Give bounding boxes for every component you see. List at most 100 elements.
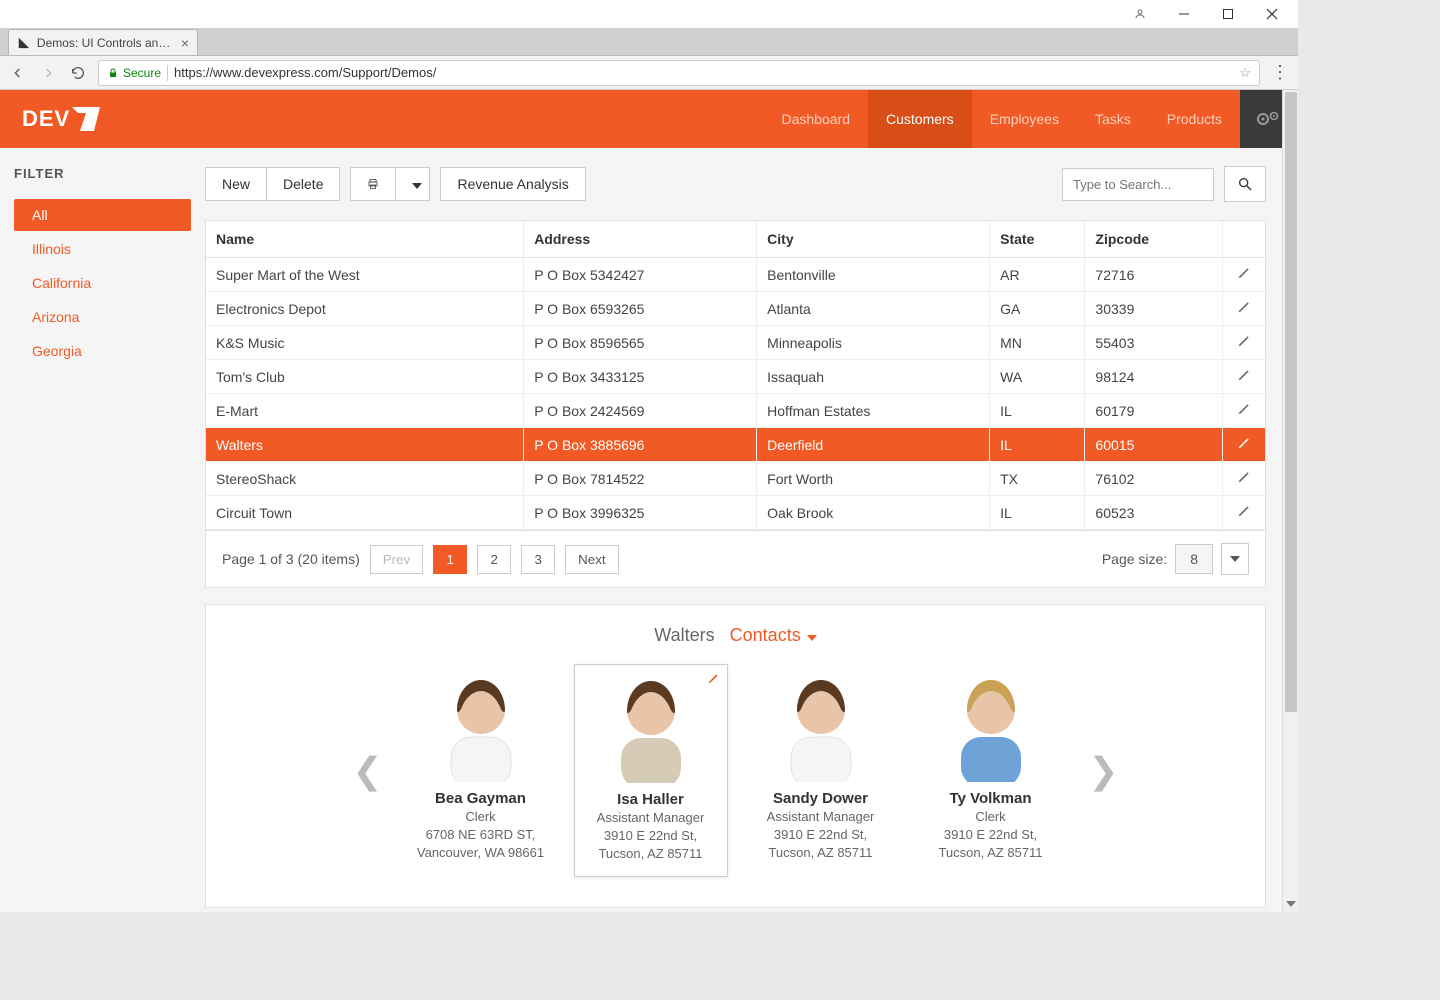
cell-city: Minneapolis (757, 326, 990, 360)
vertical-scrollbar[interactable] (1282, 90, 1298, 912)
cell-zip: 76102 (1085, 462, 1223, 496)
tab-close-icon[interactable]: × (181, 36, 189, 50)
search-button[interactable] (1224, 166, 1266, 202)
col-city[interactable]: City (757, 221, 990, 258)
pager-next[interactable]: Next (565, 545, 618, 574)
browser-menu-icon[interactable]: ⋮ (1270, 63, 1290, 83)
revenue-analysis-button[interactable]: Revenue Analysis (441, 168, 584, 200)
grid-pager: Page 1 of 3 (20 items) Prev 1 2 3 Next P… (205, 531, 1266, 588)
bookmark-icon[interactable]: ☆ (1239, 65, 1251, 81)
cell-name: Electronics Depot (206, 292, 524, 326)
print-dropdown[interactable] (395, 168, 429, 200)
browser-tab[interactable]: Demos: UI Controls and F × (8, 29, 198, 55)
app-header: DEV Dashboard Customers Employees Tasks … (0, 90, 1298, 148)
cell-name: Walters (206, 428, 524, 462)
pager-page-2[interactable]: 2 (477, 545, 511, 574)
nav-products[interactable]: Products (1149, 90, 1240, 148)
row-edit-button[interactable] (1223, 360, 1265, 394)
close-button[interactable] (1250, 0, 1294, 28)
back-button[interactable] (8, 63, 28, 83)
row-edit-button[interactable] (1223, 258, 1265, 292)
table-row[interactable]: Circuit TownP O Box 3996325Oak BrookIL60… (206, 496, 1265, 530)
cell-state: IL (990, 428, 1085, 462)
tab-title: Demos: UI Controls and F (37, 36, 175, 50)
contact-role: Assistant Manager (583, 810, 719, 825)
table-row[interactable]: StereoShackP O Box 7814522Fort WorthTX76… (206, 462, 1265, 496)
address-bar[interactable]: Secure https://www.devexpress.com/Suppor… (98, 60, 1260, 86)
cell-address: P O Box 3433125 (524, 360, 757, 394)
page-size-dropdown[interactable] (1221, 543, 1249, 575)
search-input[interactable] (1062, 168, 1214, 201)
filter-all[interactable]: All (14, 199, 191, 231)
row-edit-button[interactable] (1223, 326, 1265, 360)
card-edit-icon[interactable] (707, 671, 721, 688)
reload-button[interactable] (68, 63, 88, 83)
contact-name: Sandy Dower (752, 790, 890, 807)
cell-zip: 30339 (1085, 292, 1223, 326)
nav-tasks[interactable]: Tasks (1077, 90, 1149, 148)
filter-california[interactable]: California (14, 267, 191, 299)
table-row[interactable]: Super Mart of the WestP O Box 5342427Ben… (206, 258, 1265, 292)
contact-address: 3910 E 22nd St,Tucson, AZ 85711 (752, 826, 890, 861)
cell-name: K&S Music (206, 326, 524, 360)
scroll-down-icon[interactable] (1286, 894, 1296, 910)
col-name[interactable]: Name (206, 221, 524, 258)
contact-card[interactable]: Bea GaymanClerk6708 NE 63RD ST,Vancouver… (404, 664, 558, 877)
table-row[interactable]: K&S MusicP O Box 8596565MinneapolisMN554… (206, 326, 1265, 360)
page-size-label: Page size: (1102, 551, 1167, 567)
col-address[interactable]: Address (524, 221, 757, 258)
cell-zip: 60179 (1085, 394, 1223, 428)
maximize-button[interactable] (1206, 0, 1250, 28)
delete-button[interactable]: Delete (266, 168, 339, 200)
filter-sidebar: FILTER All Illinois California Arizona G… (0, 148, 205, 912)
contact-card[interactable]: Ty VolkmanClerk3910 E 22nd St,Tucson, AZ… (914, 664, 1068, 877)
caret-down-icon (807, 635, 817, 641)
table-row[interactable]: E-MartP O Box 2424569Hoffman EstatesIL60… (206, 394, 1265, 428)
secure-badge: Secure (107, 66, 161, 80)
app-logo[interactable]: DEV (22, 106, 102, 132)
col-state[interactable]: State (990, 221, 1085, 258)
cell-address: P O Box 5342427 (524, 258, 757, 292)
row-edit-button[interactable] (1223, 428, 1265, 462)
col-zip[interactable]: Zipcode (1085, 221, 1223, 258)
account-icon[interactable] (1118, 0, 1162, 28)
contact-role: Clerk (922, 809, 1060, 824)
cell-name: E-Mart (206, 394, 524, 428)
nav-employees[interactable]: Employees (972, 90, 1077, 148)
new-button[interactable]: New (206, 168, 266, 200)
contact-role: Assistant Manager (752, 809, 890, 824)
pager-prev[interactable]: Prev (370, 545, 423, 574)
filter-illinois[interactable]: Illinois (14, 233, 191, 265)
scroll-thumb[interactable] (1285, 92, 1297, 712)
cell-name: StereoShack (206, 462, 524, 496)
row-edit-button[interactable] (1223, 496, 1265, 530)
table-row[interactable]: Electronics DepotP O Box 6593265AtlantaG… (206, 292, 1265, 326)
carousel-prev[interactable]: ❮ (348, 750, 388, 792)
detail-section-dropdown[interactable]: Contacts (730, 625, 817, 645)
table-row[interactable]: WaltersP O Box 3885696DeerfieldIL60015 (206, 428, 1265, 462)
carousel-next[interactable]: ❯ (1084, 750, 1124, 792)
detail-header: Walters Contacts (206, 625, 1265, 646)
gear-icon (1256, 110, 1282, 128)
contact-card[interactable]: Isa HallerAssistant Manager3910 E 22nd S… (574, 664, 728, 877)
contact-card[interactable]: Sandy Dower Assistant Manager 3910 E 22nd … (744, 664, 898, 877)
row-edit-button[interactable] (1223, 394, 1265, 428)
filter-georgia[interactable]: Georgia (14, 335, 191, 367)
row-edit-button[interactable] (1223, 462, 1265, 496)
table-row[interactable]: Tom's ClubP O Box 3433125IssaquahWA98124 (206, 360, 1265, 394)
print-icon (367, 176, 379, 192)
print-button[interactable] (351, 168, 395, 200)
nav-customers[interactable]: Customers (868, 90, 972, 148)
pager-page-3[interactable]: 3 (521, 545, 555, 574)
customers-grid: Name Address City State Zipcode Super Ma… (205, 220, 1266, 531)
pager-page-1[interactable]: 1 (433, 545, 467, 574)
filter-title: FILTER (14, 166, 191, 181)
nav-dashboard[interactable]: Dashboard (764, 90, 869, 148)
page-size-value[interactable]: 8 (1175, 544, 1213, 574)
filter-arizona[interactable]: Arizona (14, 301, 191, 333)
browser-tabstrip: Demos: UI Controls and F × (0, 28, 1298, 56)
row-edit-button[interactable] (1223, 292, 1265, 326)
minimize-button[interactable] (1162, 0, 1206, 28)
contact-address: 3910 E 22nd St,Tucson, AZ 85711 (583, 827, 719, 862)
caret-down-icon (1230, 556, 1240, 562)
